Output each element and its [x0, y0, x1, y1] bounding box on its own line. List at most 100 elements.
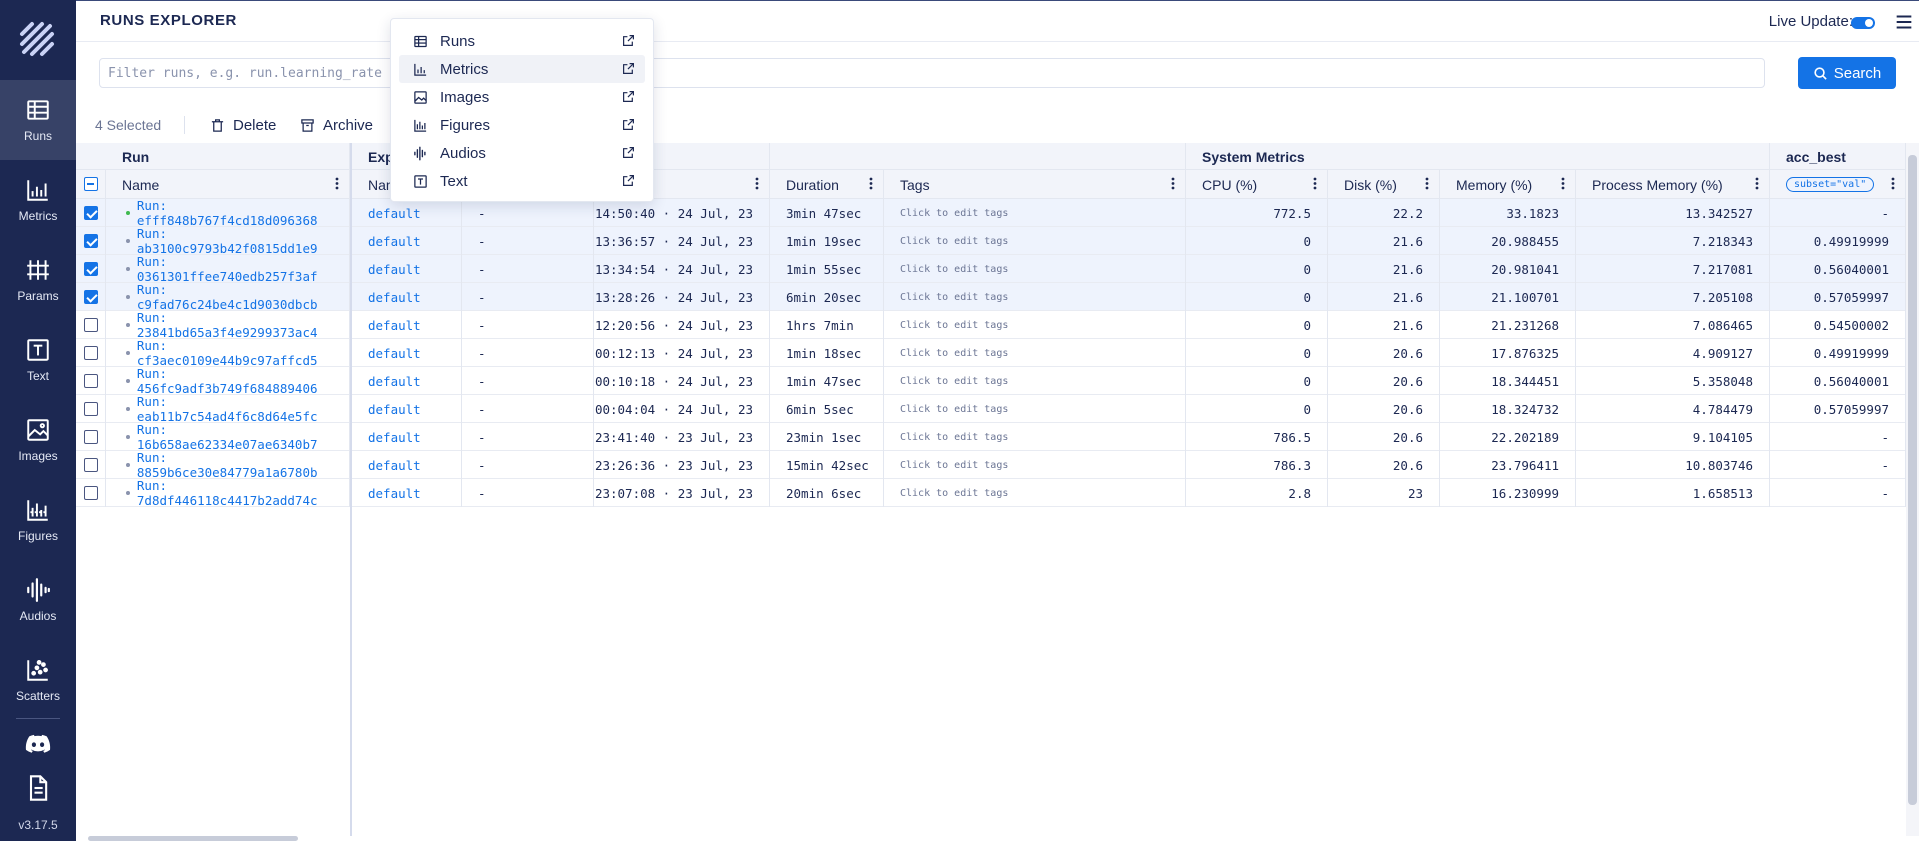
cell-exp[interactable]: default — [352, 311, 462, 339]
cell-run[interactable]: Run: 23841bd65a3f4e9299373ac4 — [106, 310, 350, 340]
experiment-link[interactable]: default — [368, 234, 421, 249]
cell-tags[interactable]: Click to edit tags — [884, 423, 1186, 451]
column-disk[interactable]: Disk (%) — [1328, 170, 1440, 199]
sidebar-item-text[interactable]: Text — [0, 320, 76, 400]
column-menu-icon[interactable] — [1313, 177, 1317, 190]
cell-tags[interactable]: Click to edit tags — [884, 451, 1186, 479]
hamburger-menu-icon[interactable] — [1893, 11, 1915, 33]
column-menu-icon[interactable] — [1891, 177, 1895, 190]
cell-tags[interactable]: Click to edit tags — [884, 367, 1186, 395]
edit-tags-hint[interactable]: Click to edit tags — [900, 292, 1008, 303]
run-link[interactable]: Run: 456fc9adf3b749f684889406 — [137, 366, 349, 396]
column-menu-icon[interactable] — [1425, 177, 1429, 190]
sidebar-item-audios[interactable]: Audios — [0, 560, 76, 640]
cell-run[interactable]: Run: 16b658ae62334e07ae6340b7 — [106, 422, 350, 452]
experiment-link[interactable]: default — [368, 318, 421, 333]
experiment-link[interactable]: default — [368, 346, 421, 361]
select-all-checkbox[interactable] — [84, 177, 98, 191]
run-link[interactable]: Run: efff848b767f4cd18d096368 — [137, 198, 349, 228]
cell-tags[interactable]: Click to edit tags — [884, 227, 1186, 255]
row-checkbox[interactable] — [84, 290, 98, 304]
row-checkbox[interactable] — [84, 346, 98, 360]
column-memory[interactable]: Memory (%) — [1440, 170, 1576, 199]
row-checkbox[interactable] — [84, 262, 98, 276]
run-link[interactable]: Run: eab11b7c54ad4f6c8d64e5fc — [137, 394, 349, 424]
experiment-link[interactable]: default — [368, 458, 421, 473]
column-process-memory[interactable]: Process Memory (%) — [1576, 170, 1770, 199]
cell-tags[interactable]: Click to edit tags — [884, 395, 1186, 423]
archive-button[interactable]: Archive — [300, 114, 373, 136]
experiment-link[interactable]: default — [368, 374, 421, 389]
cell-exp[interactable]: default — [352, 367, 462, 395]
cell-run[interactable]: Run: c9fad76c24be4c1d9030dbcb — [106, 282, 350, 312]
experiment-link[interactable]: default — [368, 262, 421, 277]
edit-tags-hint[interactable]: Click to edit tags — [900, 320, 1008, 331]
cell-exp[interactable]: default — [352, 423, 462, 451]
edit-tags-hint[interactable]: Click to edit tags — [900, 432, 1008, 443]
experiment-link[interactable]: default — [368, 402, 421, 417]
live-update-toggle[interactable] — [1851, 17, 1875, 29]
column-duration[interactable]: Duration — [770, 170, 884, 199]
cell-exp[interactable]: default — [352, 199, 462, 227]
sidebar-item-runs[interactable]: Runs — [0, 80, 76, 160]
edit-tags-hint[interactable]: Click to edit tags — [900, 208, 1008, 219]
sidebar-item-scatters[interactable]: Scatters — [0, 640, 76, 720]
column-menu-icon[interactable] — [335, 177, 339, 190]
run-link[interactable]: Run: cf3aec0109e44b9c97affcd5 — [137, 338, 349, 368]
search-button[interactable]: Search — [1798, 57, 1896, 89]
run-link[interactable]: Run: 8859b6ce30e84779a1a6780b — [137, 450, 349, 480]
delete-button[interactable]: Delete — [210, 114, 276, 136]
dropdown-item-metrics[interactable]: Metrics — [399, 55, 645, 83]
run-link[interactable]: Run: 23841bd65a3f4e9299373ac4 — [137, 310, 349, 340]
sidebar-item-metrics[interactable]: Metrics — [0, 160, 76, 240]
cell-tags[interactable]: Click to edit tags — [884, 339, 1186, 367]
edit-tags-hint[interactable]: Click to edit tags — [900, 236, 1008, 247]
run-link[interactable]: Run: 16b658ae62334e07ae6340b7 — [137, 422, 349, 452]
dropdown-item-figures[interactable]: Figures — [399, 111, 645, 139]
row-checkbox[interactable] — [84, 234, 98, 248]
column-menu-icon[interactable] — [1755, 177, 1759, 190]
cell-exp[interactable]: default — [352, 227, 462, 255]
vertical-scrollbar[interactable] — [1906, 143, 1919, 836]
sidebar-item-params[interactable]: Params — [0, 240, 76, 320]
sidebar-item-images[interactable]: Images — [0, 400, 76, 480]
docs-icon[interactable] — [24, 774, 52, 802]
edit-tags-hint[interactable]: Click to edit tags — [900, 376, 1008, 387]
row-checkbox[interactable] — [84, 318, 98, 332]
row-checkbox[interactable] — [84, 374, 98, 388]
cell-tags[interactable]: Click to edit tags — [884, 283, 1186, 311]
edit-tags-hint[interactable]: Click to edit tags — [900, 264, 1008, 275]
aim-logo[interactable] — [18, 20, 58, 60]
experiment-link[interactable]: default — [368, 486, 421, 501]
column-menu-icon[interactable] — [869, 177, 873, 190]
edit-tags-hint[interactable]: Click to edit tags — [900, 404, 1008, 415]
dropdown-item-text[interactable]: Text — [399, 167, 645, 195]
edit-tags-hint[interactable]: Click to edit tags — [900, 488, 1008, 499]
row-checkbox[interactable] — [84, 206, 98, 220]
cell-run[interactable]: Run: cf3aec0109e44b9c97affcd5 — [106, 338, 350, 368]
cell-run[interactable]: Run: efff848b767f4cd18d096368 — [106, 198, 350, 228]
cell-tags[interactable]: Click to edit tags — [884, 255, 1186, 283]
column-tags[interactable]: Tags — [884, 170, 1186, 199]
column-cpu[interactable]: CPU (%) — [1186, 170, 1328, 199]
cell-run[interactable]: Run: ab3100c9793b42f0815dd1e9 — [106, 226, 350, 256]
cell-tags[interactable]: Click to edit tags — [884, 479, 1186, 507]
cell-run[interactable]: Run: 8859b6ce30e84779a1a6780b — [106, 450, 350, 480]
run-link[interactable]: Run: ab3100c9793b42f0815dd1e9 — [137, 226, 349, 256]
edit-tags-hint[interactable]: Click to edit tags — [900, 460, 1008, 471]
edit-tags-hint[interactable]: Click to edit tags — [900, 348, 1008, 359]
sidebar-item-figures[interactable]: Figures — [0, 480, 76, 560]
row-checkbox[interactable] — [84, 430, 98, 444]
row-checkbox[interactable] — [84, 486, 98, 500]
run-link[interactable]: Run: 7d8df446118c4417b2add74c — [137, 478, 349, 508]
horizontal-scrollbar[interactable] — [76, 836, 1906, 841]
cell-tags[interactable]: Click to edit tags — [884, 311, 1186, 339]
column-acc-best-val[interactable]: subset="val" — [1770, 170, 1906, 199]
row-checkbox[interactable] — [84, 402, 98, 416]
column-menu-icon[interactable] — [1171, 177, 1175, 190]
experiment-link[interactable]: default — [368, 430, 421, 445]
cell-exp[interactable]: default — [352, 479, 462, 507]
search-input[interactable] — [99, 58, 1765, 88]
dropdown-item-images[interactable]: Images — [399, 83, 645, 111]
horizontal-scrollbar-thumb[interactable] — [88, 836, 298, 841]
